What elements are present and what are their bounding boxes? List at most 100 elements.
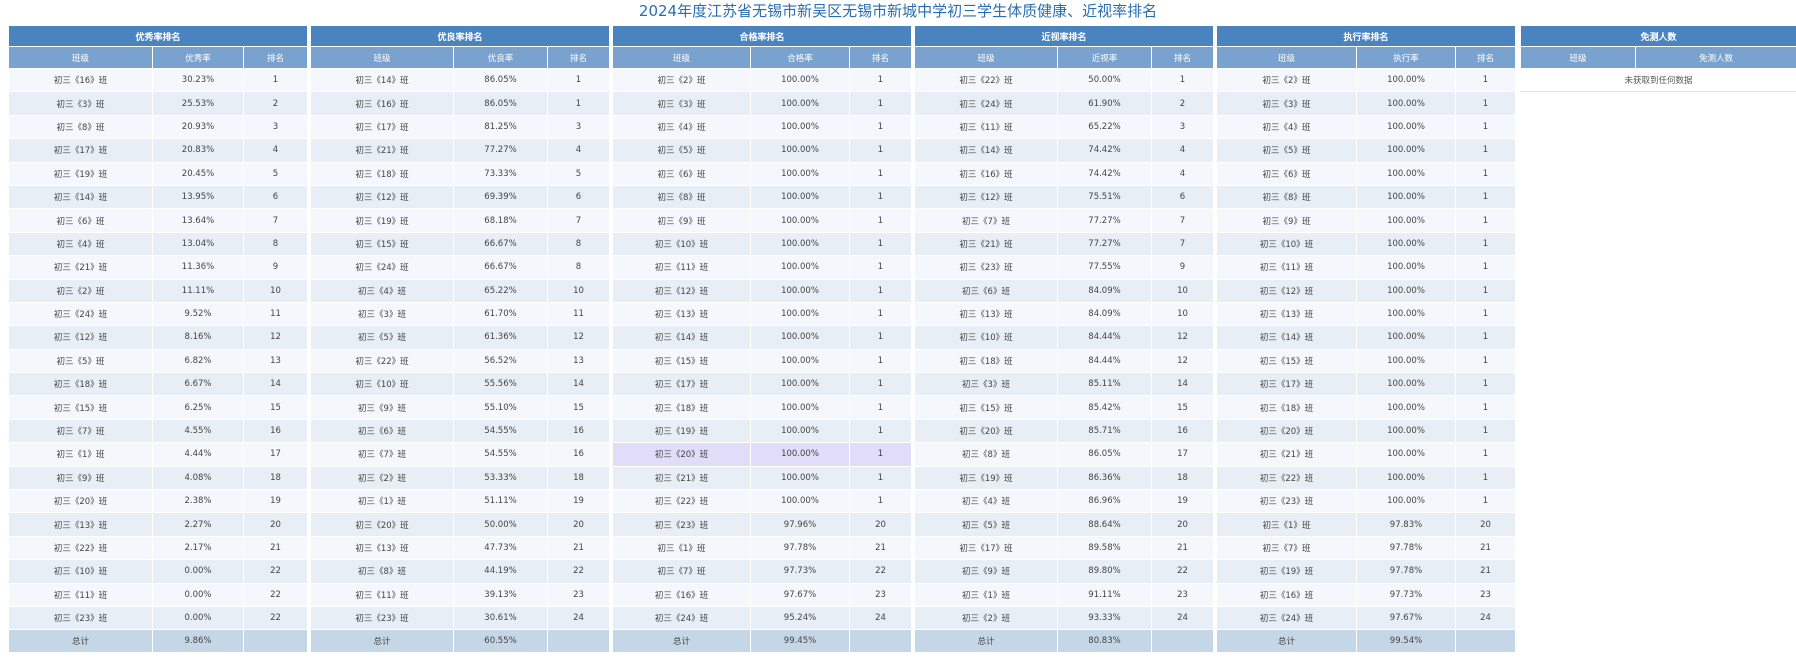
- rate-cell: 86.96%: [1057, 489, 1152, 514]
- table-row: 初三《11》班 0.00% 22: [8, 582, 309, 607]
- rank-cell: 7: [1150, 231, 1215, 257]
- rank-cell: 1: [242, 67, 309, 93]
- table-row: 初三《10》班 100.00% 1: [612, 231, 913, 257]
- rate-cell: 61.36%: [453, 325, 548, 350]
- rate-cell: 100.00%: [1356, 161, 1456, 186]
- rank-cell: 1: [1454, 114, 1517, 140]
- table-row: 初三《24》班 97.67% 24: [1216, 605, 1517, 631]
- rank-cell: 1: [848, 138, 913, 163]
- rate-cell: 91.11%: [1057, 582, 1152, 607]
- rank-cell: 19: [546, 489, 611, 514]
- class-name-cell: 初三《3》班: [1216, 91, 1357, 116]
- table-row: 初三《3》班 61.70% 11: [310, 301, 611, 327]
- class-name-cell: 初三《4》班: [8, 231, 153, 257]
- good-table: 优良率排名 班级 优良率 排名 初三《14》班 86.05% 1 初三《16》班 86.…: [309, 25, 611, 654]
- class-name-cell: 初三《19》班: [310, 208, 454, 233]
- class-name-cell: 初三《4》班: [914, 489, 1058, 514]
- class-name-cell: 初三《7》班: [1216, 535, 1357, 561]
- class-name-cell: 初三《8》班: [914, 442, 1058, 467]
- class-name-cell: 初三《9》班: [1216, 208, 1357, 233]
- rate-cell: 6.25%: [152, 395, 244, 420]
- table-row: 初三《23》班 30.61% 24: [310, 605, 611, 631]
- column-header-exempt-count: 免测人数: [1634, 46, 1796, 69]
- table-row: 初三《1》班 4.44% 17: [8, 442, 309, 467]
- table-row: 初三《23》班 77.55% 9: [914, 255, 1215, 280]
- rate-cell: 20.45%: [152, 161, 244, 186]
- rank-cell: 21: [1454, 559, 1517, 584]
- class-name-cell: 初三《7》班: [310, 442, 454, 467]
- class-name-cell: 初三《5》班: [914, 512, 1058, 537]
- class-name-cell: 初三《6》班: [1216, 161, 1357, 186]
- total-value: 60.55%: [453, 629, 548, 654]
- table-row: 初三《5》班 100.00% 1: [1216, 138, 1517, 163]
- table-row: 初三《9》班 100.00% 1: [1216, 208, 1517, 233]
- rate-cell: 100.00%: [1356, 418, 1456, 444]
- rate-cell: 55.10%: [453, 395, 548, 420]
- table-row: 初三《6》班 54.55% 16: [310, 418, 611, 444]
- rate-cell: 85.11%: [1057, 372, 1152, 397]
- rate-cell: 55.56%: [453, 372, 548, 397]
- rate-cell: 13.95%: [152, 184, 244, 210]
- rank-cell: 14: [1150, 372, 1215, 397]
- rate-cell: 69.39%: [453, 184, 548, 210]
- class-name-cell: 初三《16》班: [310, 91, 454, 116]
- table-row: 初三《8》班 20.93% 3: [8, 114, 309, 140]
- rate-cell: 0.00%: [152, 605, 244, 631]
- total-label: 总计: [914, 629, 1058, 654]
- rate-cell: 66.67%: [453, 231, 548, 257]
- table-row: 初三《14》班 86.05% 1: [310, 67, 611, 93]
- table-row: 初三《7》班 4.55% 16: [8, 418, 309, 444]
- total-rank: [1454, 629, 1517, 654]
- class-name-cell: 初三《24》班: [8, 301, 153, 327]
- table-row: 初三《23》班 100.00% 1: [1216, 489, 1517, 514]
- rank-cell: 15: [242, 395, 309, 420]
- rank-cell: 20: [242, 512, 309, 537]
- rate-cell: 84.09%: [1057, 301, 1152, 327]
- rate-cell: 53.33%: [453, 465, 548, 491]
- rank-cell: 1: [1454, 278, 1517, 303]
- table-row: 初三《24》班 61.90% 2: [914, 91, 1215, 116]
- rank-cell: 10: [546, 278, 611, 303]
- rate-cell: 100.00%: [1356, 325, 1456, 350]
- rate-cell: 4.44%: [152, 442, 244, 467]
- table-header: 优良率排名: [309, 25, 611, 47]
- rank-cell: 21: [1150, 535, 1215, 561]
- table-row: 初三《4》班 65.22% 10: [310, 278, 611, 303]
- class-name-cell: 初三《14》班: [310, 67, 454, 93]
- table-row: 初三《12》班 100.00% 1: [1216, 278, 1517, 303]
- rate-cell: 13.64%: [152, 208, 244, 233]
- table-row: 初三《16》班 97.67% 23: [612, 582, 913, 607]
- table-row: 初三《18》班 73.33% 5: [310, 161, 611, 186]
- column-header-rate: 合格率: [750, 46, 850, 69]
- class-name-cell: 初三《8》班: [612, 184, 751, 210]
- class-name-cell: 初三《20》班: [1216, 418, 1357, 444]
- rate-cell: 100.00%: [750, 442, 850, 467]
- table-row: 初三《9》班 100.00% 1: [612, 208, 913, 233]
- table-row: 初三《3》班 100.00% 1: [1216, 91, 1517, 116]
- table-row: 初三《17》班 20.83% 4: [8, 138, 309, 163]
- table-row: 初三《1》班 97.78% 21: [612, 535, 913, 561]
- rank-cell: 20: [546, 512, 611, 537]
- rate-cell: 95.24%: [750, 605, 850, 631]
- rank-cell: 13: [546, 348, 611, 374]
- rate-cell: 86.05%: [1057, 442, 1152, 467]
- class-name-cell: 初三《5》班: [310, 325, 454, 350]
- column-header-class: 班级: [1216, 46, 1357, 69]
- rank-cell: 1: [848, 231, 913, 257]
- table-row: 初三《24》班 95.24% 24: [612, 605, 913, 631]
- table-row: 初三《21》班 77.27% 4: [310, 138, 611, 163]
- table-row: 初三《20》班 2.38% 19: [8, 489, 309, 514]
- rank-cell: 22: [242, 605, 309, 631]
- rank-cell: 5: [242, 161, 309, 186]
- class-name-cell: 初三《13》班: [8, 512, 153, 537]
- rate-cell: 89.80%: [1057, 559, 1152, 584]
- class-name-cell: 初三《14》班: [8, 184, 153, 210]
- table-row: 初三《16》班 30.23% 1: [8, 67, 309, 93]
- rank-cell: 20: [1454, 512, 1517, 537]
- table-row: 初三《3》班 100.00% 1: [612, 91, 913, 116]
- class-name-cell: 初三《12》班: [1216, 278, 1357, 303]
- rate-cell: 100.00%: [750, 208, 850, 233]
- table-row: 初三《11》班 100.00% 1: [1216, 255, 1517, 280]
- column-header-rank: 排名: [546, 46, 611, 69]
- rate-cell: 61.90%: [1057, 91, 1152, 116]
